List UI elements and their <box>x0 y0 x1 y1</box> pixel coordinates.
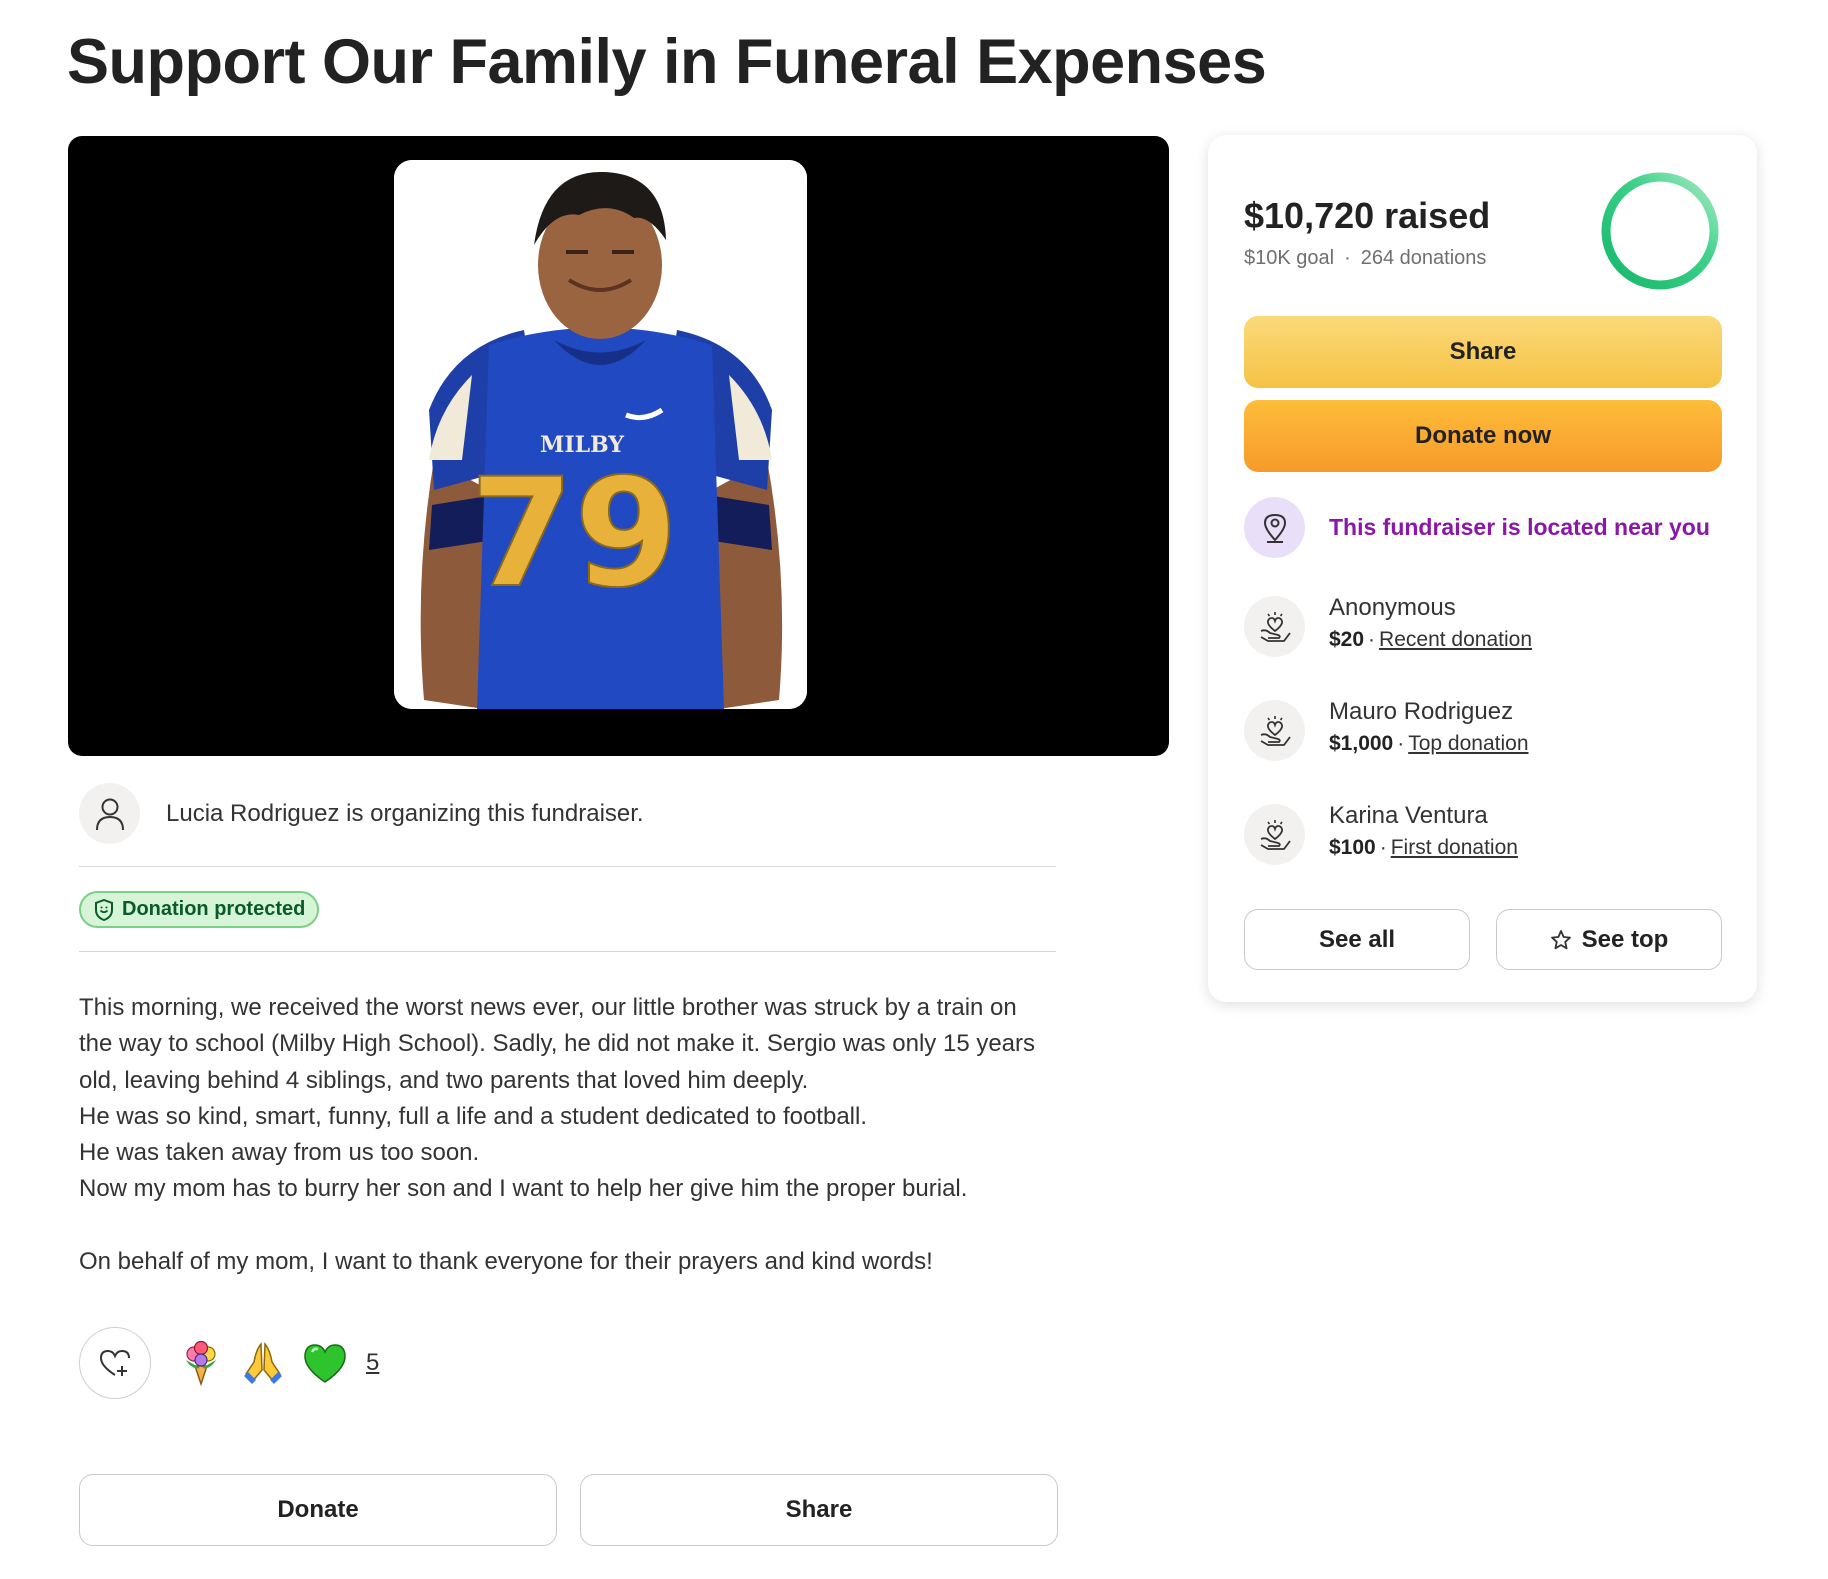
user-icon <box>95 798 124 830</box>
organizer-text: Lucia Rodriguez is organizing this fundr… <box>166 799 644 827</box>
bouquet-icon[interactable] <box>178 1340 224 1386</box>
heart-plus-icon <box>99 1349 130 1376</box>
meta-separator: · <box>1344 247 1351 269</box>
donor-name: Karina Ventura <box>1329 802 1488 829</box>
donation-tag-link[interactable]: First donation <box>1391 836 1518 859</box>
page-title: Support Our Family in Funeral Expenses <box>67 27 1267 97</box>
donor-icon-wrap <box>1244 596 1305 657</box>
location-text: This fundraiser is located near you <box>1329 514 1710 540</box>
green-heart-icon[interactable] <box>302 1340 348 1386</box>
heart-hand-icon <box>1260 611 1291 642</box>
see-top-label: See top <box>1581 925 1669 953</box>
star-icon <box>1550 929 1571 949</box>
donor-separator: · <box>1379 836 1387 859</box>
progress-ring <box>1601 172 1719 290</box>
divider <box>79 951 1056 952</box>
see-all-label: See all <box>1318 925 1396 953</box>
donor-item: Anonymous $20 · Recent donation <box>1244 592 1532 657</box>
donor-icon-wrap <box>1244 804 1305 865</box>
donation-tag-link[interactable]: Recent donation <box>1379 628 1532 651</box>
donate-now-button[interactable]: Donate now <box>1244 400 1722 472</box>
organizer-row: Lucia Rodriguez is organizing this fundr… <box>79 783 644 844</box>
reactions-row: 5 <box>178 1340 379 1386</box>
story-line: He was so kind, smart, funny, full a lif… <box>79 1102 868 1130</box>
donor-separator: · <box>1397 732 1405 755</box>
share-button[interactable]: Share <box>1244 316 1722 388</box>
donation-protected-badge[interactable]: Donation protected <box>79 891 320 928</box>
location-icon-wrap <box>1244 497 1305 558</box>
add-reaction-button[interactable] <box>79 1327 151 1399</box>
donor-item: Karina Ventura $100 · First donation <box>1244 800 1518 865</box>
donation-protected-label: Donation protected <box>122 898 306 920</box>
story-line: On behalf of my mom, I want to thank eve… <box>79 1248 933 1276</box>
see-all-button[interactable]: See all <box>1244 909 1470 970</box>
jersey-number: 79 <box>470 447 679 621</box>
donor-amount: $20 <box>1329 628 1365 651</box>
donation-count: 264 donations <box>1360 247 1487 269</box>
story-line: old, leaving behind 4 siblings, and two … <box>79 1066 809 1094</box>
donor-item: Mauro Rodriguez $1,000 · Top donation <box>1244 696 1529 761</box>
goal-text: $10K goal <box>1244 247 1335 269</box>
donor-name: Mauro Rodriguez <box>1329 698 1514 725</box>
divider <box>79 866 1056 867</box>
donor-amount: $1,000 <box>1329 732 1394 755</box>
donor-separator: · <box>1368 628 1376 651</box>
amount-raised: $10,720 raised <box>1244 195 1491 236</box>
heart-hand-icon <box>1260 819 1291 850</box>
beneficiary-photo: MILBY 79 <box>394 160 807 709</box>
story-line: This morning, we received the worst news… <box>79 994 1017 1021</box>
reactions-count-link[interactable]: 5 <box>366 1349 379 1377</box>
share-button[interactable]: Share <box>580 1474 1058 1546</box>
goal-summary: $10K goal · 264 donations <box>1244 247 1486 270</box>
donation-tag-link[interactable]: Top donation <box>1408 732 1528 755</box>
location-notice: This fundraiser is located near you <box>1244 497 1710 558</box>
folded-hands-icon[interactable] <box>240 1340 286 1386</box>
story-text: This morning, we received the worst news… <box>79 990 1059 1280</box>
donate-button[interactable]: Donate <box>79 1474 557 1546</box>
story-line <box>79 1208 1059 1244</box>
heart-hand-icon <box>1260 715 1291 746</box>
shield-icon <box>95 898 113 921</box>
donor-icon-wrap <box>1244 700 1305 761</box>
donor-name: Anonymous <box>1329 594 1456 621</box>
donation-sidebar-card: $10,720 raised $10K goal · 264 donations S… <box>1208 135 1757 1002</box>
story-line: Now my mom has to burry her son and I wa… <box>79 1175 968 1203</box>
see-top-button[interactable]: See top <box>1496 909 1722 970</box>
story-line: the way to school (Milby High School). S… <box>79 1030 1036 1058</box>
story-line: He was taken away from us too soon. <box>79 1139 480 1167</box>
donor-amount: $100 <box>1329 836 1376 859</box>
location-pin-icon <box>1263 513 1286 543</box>
organizer-avatar <box>79 783 140 844</box>
hero-media[interactable]: MILBY 79 <box>68 136 1169 756</box>
